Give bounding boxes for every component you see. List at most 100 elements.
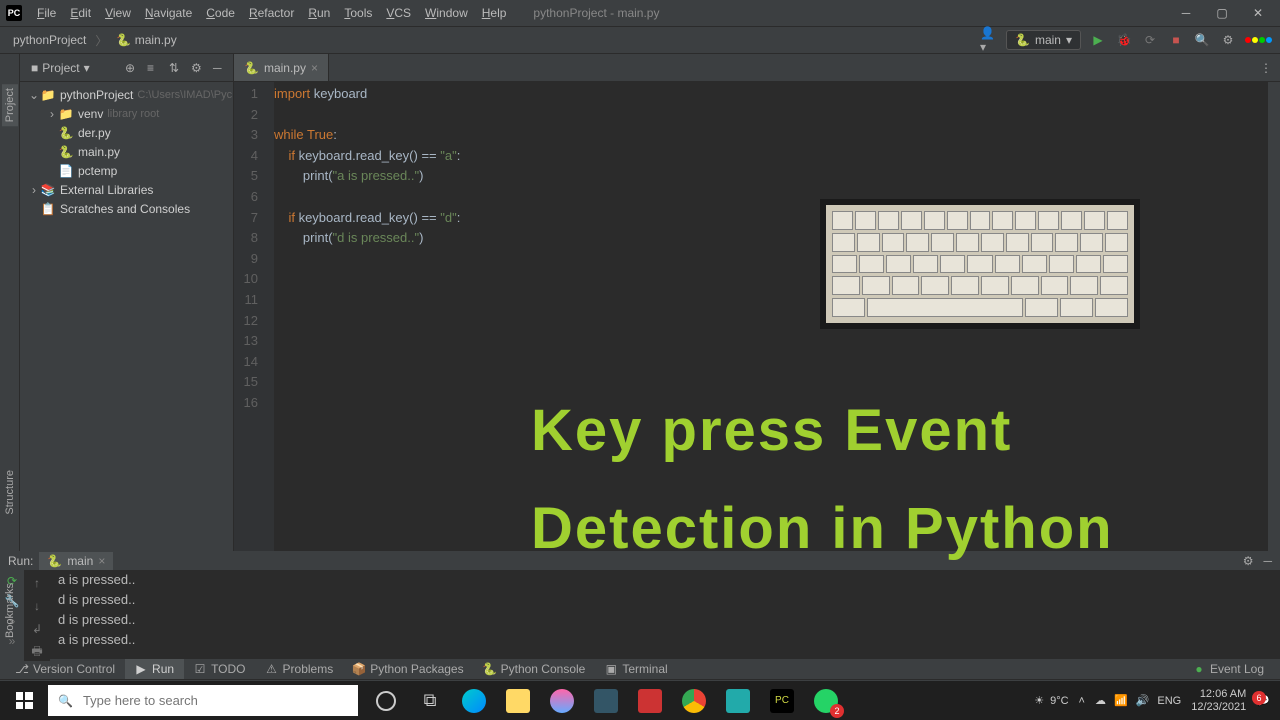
windows-search-box[interactable]: 🔍 <box>48 685 358 716</box>
editor-scrollbar[interactable] <box>1268 82 1280 551</box>
tree-item-pythonproject[interactable]: ⌄📁pythonProjectC:\Users\IMAD\Pyc <box>20 85 233 104</box>
project-view-selector[interactable]: ■ Project ▾ <box>26 59 95 77</box>
tree-item-pctemp[interactable]: 📄pctemp <box>20 161 233 180</box>
run-button[interactable]: ▶ <box>1089 31 1107 49</box>
store-icon[interactable] <box>584 681 628 720</box>
menu-window[interactable]: Window <box>418 6 475 20</box>
run-config-dropdown[interactable]: 🐍main▾ <box>1006 30 1081 50</box>
run-tab[interactable]: 🐍main× <box>39 552 113 570</box>
overlay-title-text: Key press Event Detection in Python <box>531 384 1114 580</box>
tool-tab-todo[interactable]: ☑TODO <box>184 659 255 679</box>
menu-navigate[interactable]: Navigate <box>138 6 199 20</box>
close-button[interactable]: ✕ <box>1248 3 1268 23</box>
menu-tools[interactable]: Tools <box>337 6 379 20</box>
debug-button[interactable]: 🐞 <box>1115 31 1133 49</box>
app-icon-1[interactable] <box>628 681 672 720</box>
tool-tab-version-control[interactable]: ⎇Version Control <box>6 659 125 679</box>
tool-tab-problems[interactable]: ⚠Problems <box>256 659 344 679</box>
tree-item-scratches-and-consoles[interactable]: 📋Scratches and Consoles <box>20 199 233 218</box>
volume-icon[interactable]: 🔊 <box>1136 694 1150 707</box>
start-button[interactable] <box>0 681 48 720</box>
structure-tool-tab[interactable]: Structure <box>2 466 18 519</box>
tree-item-main-py[interactable]: 🐍main.py <box>20 142 233 161</box>
app-icon-2[interactable] <box>716 681 760 720</box>
menu-view[interactable]: View <box>98 6 138 20</box>
tool-tab-run[interactable]: ▶Run <box>125 659 184 679</box>
up-icon[interactable]: ↑ <box>28 574 46 592</box>
menu-file[interactable]: File <box>30 6 63 20</box>
chrome-icon[interactable] <box>672 681 716 720</box>
collapse-all-icon[interactable]: ⇅ <box>169 61 183 75</box>
navigation-bar: pythonProject 〉 🐍 main.py 👤▾ 🐍main▾ ▶ 🐞 … <box>0 27 1280 54</box>
search-icon: 🔍 <box>58 694 73 708</box>
language-icon[interactable]: ENG <box>1157 695 1181 707</box>
wifi-icon[interactable]: 📶 <box>1114 694 1128 707</box>
close-run-tab-icon[interactable]: × <box>98 554 105 568</box>
down-icon[interactable]: ↓ <box>28 597 46 615</box>
menu-edit[interactable]: Edit <box>63 6 98 20</box>
tool-tab-python-console[interactable]: 🐍Python Console <box>474 659 596 679</box>
whatsapp-icon[interactable]: 2 <box>804 681 848 720</box>
bottom-tool-tabs: ⎇Version Control▶Run☑TODO⚠Problems📦Pytho… <box>0 659 1280 679</box>
menu-vcs[interactable]: VCS <box>379 6 418 20</box>
titlebar: PC FileEditViewNavigateCodeRefactorRunTo… <box>0 0 1280 27</box>
copilot-icon[interactable] <box>540 681 584 720</box>
close-tab-icon[interactable]: × <box>311 61 318 75</box>
menu-help[interactable]: Help <box>475 6 514 20</box>
chevron-right-icon: 〉 <box>95 32 107 49</box>
project-tool-tab[interactable]: Project <box>2 84 18 126</box>
run-panel-label: Run: <box>8 554 33 568</box>
system-clock[interactable]: 12:06 AM 12/23/2021 <box>1191 688 1246 714</box>
menu-refactor[interactable]: Refactor <box>242 6 301 20</box>
editor-tab-label: main.py <box>264 61 306 75</box>
locate-icon[interactable]: ⊕ <box>125 61 139 75</box>
edge-icon[interactable] <box>452 681 496 720</box>
settings-icon[interactable]: ⚙ <box>191 61 205 75</box>
user-icon[interactable]: 👤▾ <box>980 31 998 49</box>
menu-code[interactable]: Code <box>199 6 242 20</box>
tree-item-der-py[interactable]: 🐍der.py <box>20 123 233 142</box>
windows-taskbar: 🔍 ⧉ PC 2 ☀ 9°C ˄ ☁ 📶 🔊 ENG 12:06 AM 12/2… <box>0 681 1280 720</box>
task-view-icon[interactable]: ⧉ <box>408 681 452 720</box>
menu-bar: FileEditViewNavigateCodeRefactorRunTools… <box>30 6 513 20</box>
tool-tab-python-packages[interactable]: 📦Python Packages <box>343 659 473 679</box>
cortana-icon[interactable] <box>364 681 408 720</box>
expand-all-icon[interactable]: ≡ <box>147 61 161 75</box>
tree-item-venv[interactable]: ›📁venvlibrary root <box>20 104 233 123</box>
editor-area: 🐍 main.py × ⋮ 12345678910111213141516 im… <box>234 54 1280 551</box>
python-file-icon: 🐍 <box>244 61 259 75</box>
crumb-project[interactable]: pythonProject <box>8 31 91 49</box>
explorer-icon[interactable] <box>496 681 540 720</box>
notification-center-icon[interactable]: 💬6 <box>1256 694 1270 707</box>
tool-tab-terminal[interactable]: ▣Terminal <box>595 659 677 679</box>
keyboard-image <box>820 199 1140 329</box>
run-console-output[interactable]: a is pressed..d is pressed..d is pressed… <box>50 570 1280 661</box>
jetbrains-toolbox-icon[interactable] <box>1245 37 1272 43</box>
windows-search-input[interactable] <box>83 693 348 708</box>
soft-wrap-icon[interactable]: ↲ <box>28 620 46 638</box>
settings-gear-icon[interactable]: ⚙ <box>1219 31 1237 49</box>
run-hide-icon[interactable]: ─ <box>1263 554 1272 568</box>
editor-options-icon[interactable]: ⋮ <box>1252 54 1280 81</box>
run-config-label: main <box>1035 33 1061 47</box>
left-tool-strip: Project Structure Bookmarks <box>0 54 20 551</box>
weather-widget[interactable]: ☀ 9°C <box>1034 694 1068 707</box>
crumb-file[interactable]: 🐍 main.py <box>111 31 181 49</box>
editor-tab-main[interactable]: 🐍 main.py × <box>234 54 329 81</box>
minimize-button[interactable]: ─ <box>1176 3 1196 23</box>
run-settings-icon[interactable]: ⚙ <box>1243 554 1254 568</box>
run-with-coverage-button[interactable]: ⟳ <box>1141 31 1159 49</box>
breadcrumb: pythonProject 〉 🐍 main.py <box>8 31 182 49</box>
stop-button[interactable]: ■ <box>1167 31 1185 49</box>
pycharm-icon[interactable]: PC <box>760 681 804 720</box>
onedrive-icon[interactable]: ☁ <box>1095 694 1106 707</box>
menu-run[interactable]: Run <box>301 6 337 20</box>
event-log-tab[interactable]: ●Event Log <box>1183 659 1274 679</box>
tray-chevron-icon[interactable]: ˄ <box>1079 695 1085 707</box>
bookmarks-tool-tab[interactable]: Bookmarks <box>2 579 18 642</box>
tree-item-external-libraries[interactable]: ›📚External Libraries <box>20 180 233 199</box>
hide-icon[interactable]: ─ <box>213 61 227 75</box>
search-everywhere-button[interactable]: 🔍 <box>1193 31 1211 49</box>
window-title: pythonProject - main.py <box>533 6 659 20</box>
maximize-button[interactable]: ▢ <box>1212 3 1232 23</box>
